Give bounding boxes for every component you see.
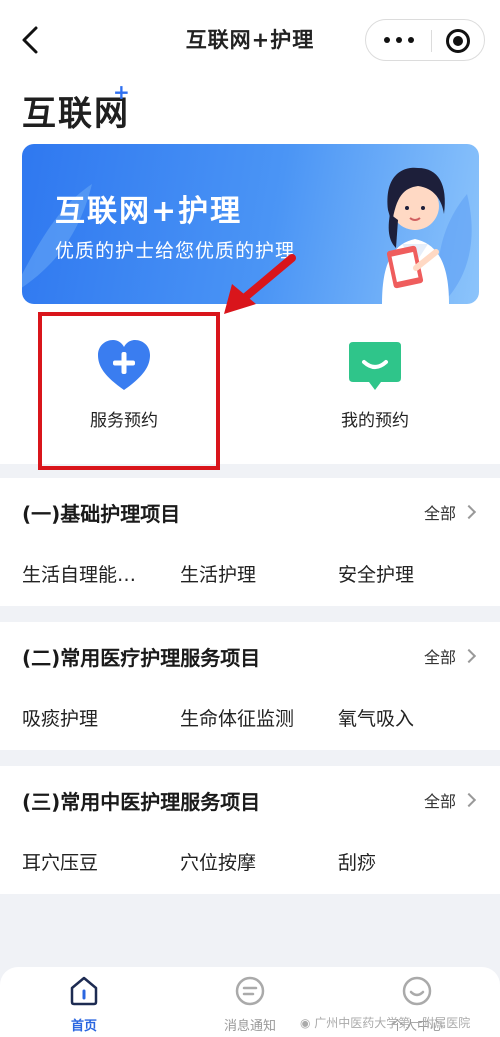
- category-card: (三)常用中医护理服务项目 全部 耳穴压豆 穴位按摩 刮痧: [0, 766, 500, 894]
- category-title: (一)基础护理项目: [22, 502, 181, 526]
- category-item[interactable]: 生活自理能…: [22, 560, 136, 587]
- highlight-annotation-box: [38, 312, 220, 470]
- profile-icon: [402, 976, 432, 1006]
- category-item[interactable]: 穴位按摩: [180, 848, 256, 875]
- category-item[interactable]: 安全护理: [338, 560, 414, 587]
- tab-home[interactable]: 首页: [24, 975, 144, 1035]
- miniprogram-capsule: [365, 19, 485, 61]
- brand-plus-sign: +: [113, 80, 130, 104]
- watermark-label: 广州中医药大学第一附属医院: [314, 1016, 471, 1030]
- tab-home-label: 首页: [70, 1019, 97, 1034]
- category-title: (三)常用中医护理服务项目: [22, 790, 261, 814]
- chevron-right-icon: [461, 504, 477, 520]
- weibo-icon: ◉: [300, 1016, 315, 1030]
- category-title: (二)常用医疗护理服务项目: [22, 646, 261, 670]
- banner-title: 互联网+护理: [55, 194, 243, 229]
- category-item[interactable]: 氧气吸入: [338, 704, 414, 731]
- capsule-divider: [431, 30, 432, 52]
- category-view-all-link[interactable]: 全部: [424, 500, 478, 524]
- tab-messages-label: 消息通知: [223, 1019, 276, 1034]
- view-all-label: 全部: [423, 792, 456, 811]
- services-panel: 服务预约 我的预约: [0, 304, 500, 470]
- my-bookings-label: 我的预约: [341, 411, 409, 431]
- more-options-icon[interactable]: [384, 32, 424, 48]
- category-item[interactable]: 生活护理: [180, 560, 256, 587]
- message-icon: [235, 976, 265, 1006]
- chevron-right-icon: [461, 648, 477, 664]
- category-item[interactable]: 生命体征监测: [180, 704, 294, 731]
- close-miniprogram-icon[interactable]: [446, 29, 470, 53]
- red-annotation-arrow: [224, 254, 296, 314]
- tab-messages[interactable]: 消息通知: [190, 975, 310, 1035]
- home-icon: [70, 976, 98, 1006]
- nurse-illustration: [382, 167, 449, 304]
- category-view-all-link[interactable]: 全部: [424, 644, 478, 668]
- view-all-label: 全部: [423, 648, 456, 667]
- category-view-all-link[interactable]: 全部: [424, 788, 478, 812]
- watermark-text: ◉ 广州中医药大学第一附属医院: [300, 1014, 470, 1031]
- chevron-right-icon: [461, 792, 477, 808]
- category-item[interactable]: 吸痰护理: [22, 704, 98, 731]
- my-bookings-button[interactable]: 我的预约: [295, 334, 455, 434]
- navbar: 互联网+护理: [0, 0, 500, 78]
- category-item[interactable]: 耳穴压豆: [22, 848, 98, 875]
- category-card: (一)基础护理项目 全部 生活自理能… 生活护理 安全护理: [0, 478, 500, 606]
- category-card: (二)常用医疗护理服务项目 全部 吸痰护理 生命体征监测 氧气吸入: [0, 622, 500, 750]
- smile-chat-icon: [349, 342, 401, 390]
- category-item[interactable]: 刮痧: [338, 848, 376, 875]
- view-all-label: 全部: [423, 504, 456, 523]
